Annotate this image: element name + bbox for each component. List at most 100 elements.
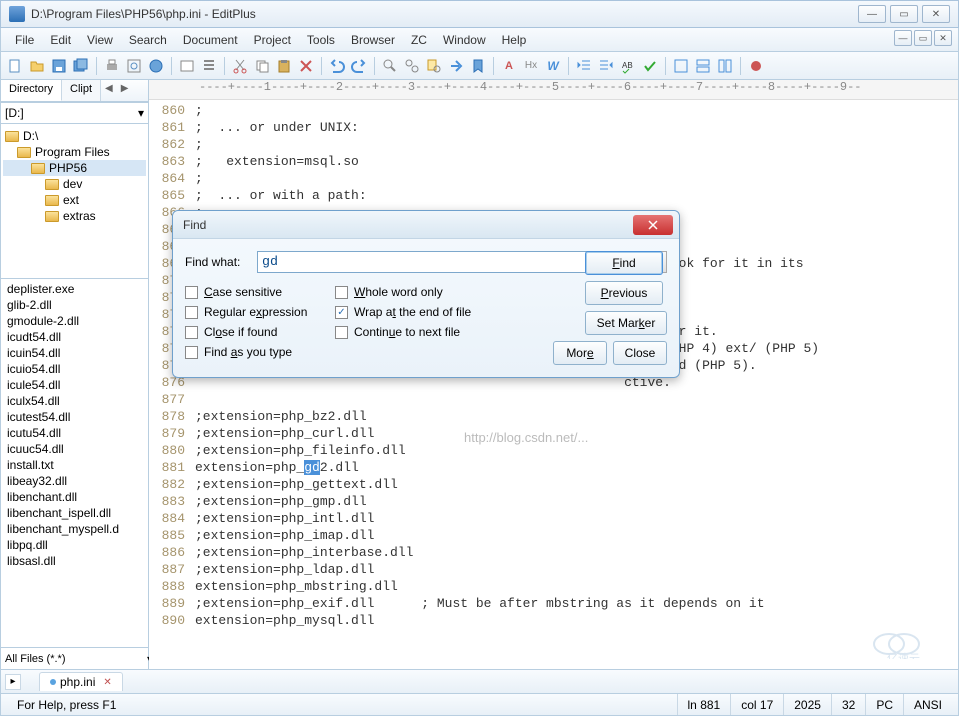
menu-file[interactable]: File <box>7 30 42 50</box>
menu-search[interactable]: Search <box>121 30 175 50</box>
save-icon[interactable] <box>49 56 69 76</box>
code-line[interactable]: 863; extension=msql.so <box>149 153 958 170</box>
window-1-icon[interactable] <box>671 56 691 76</box>
spell-icon[interactable]: AB <box>618 56 638 76</box>
doc-tab-phpini[interactable]: php.ini ✕ <box>39 672 123 691</box>
goto-icon[interactable] <box>446 56 466 76</box>
close-button[interactable]: Close <box>613 341 667 365</box>
window-2-icon[interactable] <box>693 56 713 76</box>
opt-regex[interactable]: Regular expression <box>185 305 335 319</box>
menu-edit[interactable]: Edit <box>42 30 79 50</box>
file-list-icon[interactable] <box>199 56 219 76</box>
file-item[interactable]: icuio54.dll <box>3 361 146 377</box>
code-line[interactable]: 886;extension=php_interbase.dll <box>149 544 958 561</box>
tabs-scroll-button[interactable]: ▸ <box>5 674 21 690</box>
code-line[interactable]: 877 <box>149 391 958 408</box>
file-item[interactable]: libenchant_ispell.dll <box>3 505 146 521</box>
file-item[interactable]: icule54.dll <box>3 377 146 393</box>
file-item[interactable]: iculx54.dll <box>3 393 146 409</box>
file-item[interactable]: gmodule-2.dll <box>3 313 146 329</box>
code-line[interactable]: 864; <box>149 170 958 187</box>
file-item[interactable]: icudt54.dll <box>3 329 146 345</box>
opt-close-if-found[interactable]: Close if found <box>185 325 335 339</box>
code-line[interactable]: 879;extension=php_curl.dll <box>149 425 958 442</box>
tree-item[interactable]: ext <box>3 192 146 208</box>
paste-icon[interactable] <box>274 56 294 76</box>
drive-selector[interactable]: [D:] ▾ <box>1 102 148 124</box>
menu-tools[interactable]: Tools <box>299 30 343 50</box>
record-icon[interactable] <box>746 56 766 76</box>
redo-icon[interactable] <box>349 56 369 76</box>
file-item[interactable]: icuuc54.dll <box>3 441 146 457</box>
file-item[interactable]: libenchant_myspell.d <box>3 521 146 537</box>
code-line[interactable]: 888extension=php_mbstring.dll <box>149 578 958 595</box>
code-line[interactable]: 880;extension=php_fileinfo.dll <box>149 442 958 459</box>
code-line[interactable]: 883;extension=php_gmp.dll <box>149 493 958 510</box>
code-view[interactable]: 860;861; ... or under UNIX:862;863; exte… <box>149 100 958 669</box>
code-line[interactable]: 890extension=php_mysql.dll <box>149 612 958 629</box>
opt-find-as-you-type[interactable]: Find as you type <box>185 345 335 359</box>
opt-continue[interactable]: Continue to next file <box>335 325 505 339</box>
tab-scroll-right[interactable]: ▶ <box>117 80 133 101</box>
file-item[interactable]: libsasl.dll <box>3 553 146 569</box>
file-item[interactable]: icutu54.dll <box>3 425 146 441</box>
set-marker-button[interactable]: Set Marker <box>585 311 667 335</box>
tree-item[interactable]: extras <box>3 208 146 224</box>
file-item[interactable]: libpq.dll <box>3 537 146 553</box>
tree-item[interactable]: Program Files <box>3 144 146 160</box>
file-list[interactable]: deplister.exeglib-2.dllgmodule-2.dllicud… <box>1 279 148 647</box>
save-all-icon[interactable] <box>71 56 91 76</box>
menu-browser[interactable]: Browser <box>343 30 403 50</box>
tree-item[interactable]: PHP56 <box>3 160 146 176</box>
tree-item[interactable]: D:\ <box>3 128 146 144</box>
code-line[interactable]: 882;extension=php_gettext.dll <box>149 476 958 493</box>
browser-icon[interactable] <box>146 56 166 76</box>
maximize-button[interactable]: ▭ <box>890 5 918 23</box>
code-line[interactable]: 862; <box>149 136 958 153</box>
delete-icon[interactable] <box>296 56 316 76</box>
code-line[interactable]: 884;extension=php_intl.dll <box>149 510 958 527</box>
window-3-icon[interactable] <box>715 56 735 76</box>
tab-directory[interactable]: Directory <box>1 80 62 101</box>
code-line[interactable]: 889;extension=php_exif.dll ; Must be aft… <box>149 595 958 612</box>
file-item[interactable]: glib-2.dll <box>3 297 146 313</box>
close-button[interactable]: ✕ <box>922 5 950 23</box>
font-color-icon[interactable]: A <box>499 56 519 76</box>
find-dialog-title-bar[interactable]: Find <box>173 211 679 239</box>
file-item[interactable]: deplister.exe <box>3 281 146 297</box>
tree-item[interactable]: dev <box>3 176 146 192</box>
file-item[interactable]: libeay32.dll <box>3 473 146 489</box>
file-item[interactable]: install.txt <box>3 457 146 473</box>
mdi-restore[interactable]: ▭ <box>914 30 932 46</box>
cut-icon[interactable] <box>230 56 250 76</box>
opt-wrap[interactable]: ✓Wrap at the end of file <box>335 305 505 319</box>
find-what-input[interactable] <box>257 251 627 273</box>
file-item[interactable]: libenchant.dll <box>3 489 146 505</box>
find-button[interactable]: Find <box>585 251 663 275</box>
print-icon[interactable] <box>102 56 122 76</box>
new-file-icon[interactable] <box>5 56 25 76</box>
previous-button[interactable]: Previous <box>585 281 663 305</box>
tab-cliptext[interactable]: Clipt <box>62 80 101 101</box>
file-item[interactable]: icutest54.dll <box>3 409 146 425</box>
hex-icon[interactable]: Hx <box>521 56 541 76</box>
code-line[interactable]: 861; ... or under UNIX: <box>149 119 958 136</box>
open-file-icon[interactable] <box>27 56 47 76</box>
menu-view[interactable]: View <box>79 30 121 50</box>
project-icon[interactable] <box>177 56 197 76</box>
code-line[interactable]: 865; ... or with a path: <box>149 187 958 204</box>
wordwrap-icon[interactable]: W <box>543 56 563 76</box>
filter-input[interactable] <box>5 653 147 665</box>
file-filter[interactable]: ▾ <box>1 647 148 669</box>
code-line[interactable]: 878;extension=php_bz2.dll <box>149 408 958 425</box>
marker-icon[interactable] <box>468 56 488 76</box>
code-line[interactable]: 860; <box>149 102 958 119</box>
menu-help[interactable]: Help <box>494 30 535 50</box>
indent-right-icon[interactable] <box>596 56 616 76</box>
find-dialog-close-button[interactable] <box>633 215 673 235</box>
more-button[interactable]: More <box>553 341 607 365</box>
undo-icon[interactable] <box>327 56 347 76</box>
find-in-files-icon[interactable] <box>424 56 444 76</box>
code-line[interactable]: 885;extension=php_imap.dll <box>149 527 958 544</box>
menu-document[interactable]: Document <box>175 30 246 50</box>
